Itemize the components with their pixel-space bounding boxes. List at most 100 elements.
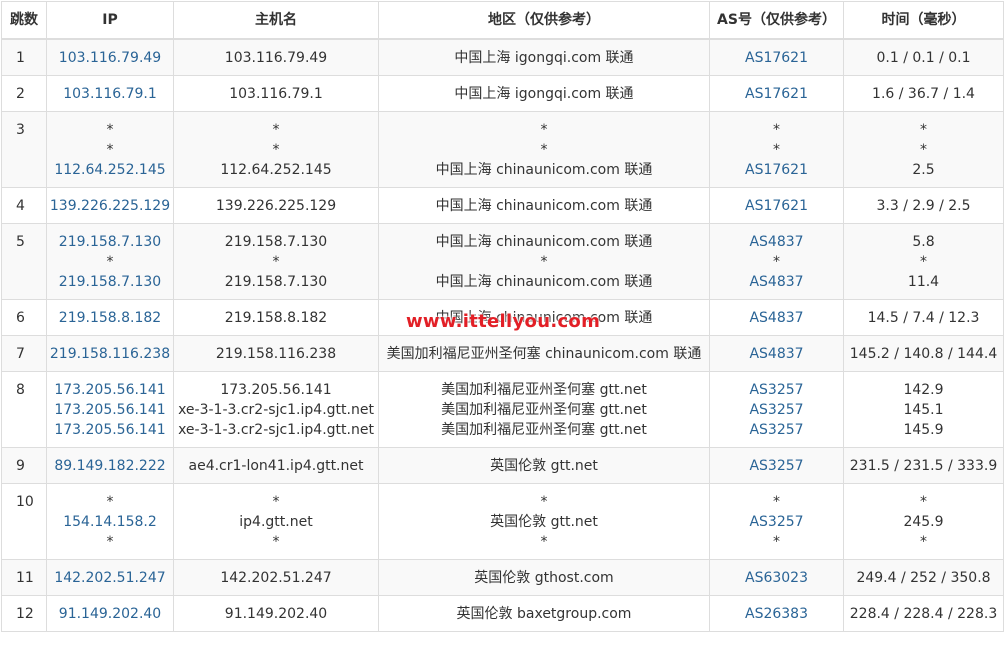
as-cell: AS3257 AS3257 AS3257 <box>709 371 844 448</box>
as-value[interactable]: AS3257 <box>711 456 843 476</box>
region-value: 英国伦敦 baxetgroup.com <box>456 605 632 622</box>
as-value[interactable]: AS3257 <box>711 380 843 400</box>
hop-cell: 8 <box>1 371 47 448</box>
as-value[interactable]: AS3257 <box>711 400 843 420</box>
table-row: 5 219.158.7.130 * 219.158.7.130 219.158.7.13… <box>1 223 1004 300</box>
time-value: 1.6 / 36.7 / 1.4 <box>872 85 975 102</box>
as-value: * <box>773 253 780 270</box>
time-cell: 228.4 / 228.4 / 228.3 <box>843 595 1004 632</box>
hostname-cell: 103.116.79.49 <box>173 38 379 76</box>
region-value: 中国上海 chinaunicom.com 联通 <box>435 161 653 178</box>
as-value[interactable]: AS4837 <box>711 232 843 252</box>
region-cell: 英国伦敦 gthost.com <box>378 559 710 596</box>
ip-value: * <box>106 121 114 138</box>
as-cell: * AS3257 * <box>709 483 844 560</box>
as-cell: AS17621 <box>709 187 844 224</box>
header-hostname: 主机名 <box>173 1 379 40</box>
ip-value[interactable]: 219.158.7.130 <box>48 232 173 252</box>
time-value: 228.4 / 228.4 / 228.3 <box>849 605 998 622</box>
ip-value[interactable]: 173.205.56.141 <box>48 420 173 440</box>
region-value: 美国加利福尼亚州圣何塞 gtt.net <box>441 401 647 418</box>
region-cell: 中国上海 chinaunicom.com 联通 <box>378 187 710 224</box>
time-value: 145.9 <box>903 421 944 438</box>
time-cell: 249.4 / 252 / 350.8 <box>843 559 1004 596</box>
hostname-cell: 219.158.7.130 * 219.158.7.130 <box>173 223 379 300</box>
table-row: 9 89.149.182.222 ae4.cr1-lon41.ip4.gtt.net… <box>1 447 1004 484</box>
as-value[interactable]: AS63023 <box>711 568 843 588</box>
ip-cell: 89.149.182.222 <box>46 447 174 484</box>
as-value[interactable]: AS26383 <box>711 604 843 624</box>
as-value[interactable]: AS17621 <box>711 160 843 180</box>
as-value[interactable]: AS17621 <box>711 48 843 68</box>
region-cell: 英国伦敦 gtt.net <box>378 447 710 484</box>
time-cell: 14.5 / 7.4 / 12.3 <box>843 299 1004 336</box>
ip-value[interactable]: 91.149.202.40 <box>48 604 173 624</box>
ip-value[interactable]: 219.158.116.238 <box>48 344 173 364</box>
time-value: 3.3 / 2.9 / 2.5 <box>876 197 971 214</box>
region-value: 中国上海 chinaunicom.com 联通 <box>435 273 653 290</box>
ip-value[interactable]: 219.158.7.130 <box>48 272 173 292</box>
region-value: * <box>540 533 548 550</box>
region-cell: 中国上海 chinaunicom.com 联通 * 中国上海 chinaunicom… <box>378 223 710 300</box>
region-value: 英国伦敦 gtt.net <box>490 457 598 474</box>
region-value: 英国伦敦 gtt.net <box>490 513 598 530</box>
ip-cell: 91.149.202.40 <box>46 595 174 632</box>
as-value[interactable]: AS3257 <box>711 420 843 440</box>
region-cell: 中国上海 igongqi.com 联通 <box>378 75 710 112</box>
time-value: 0.1 / 0.1 / 0.1 <box>876 49 971 66</box>
as-value[interactable]: AS17621 <box>711 84 843 104</box>
ip-value[interactable]: 139.226.225.129 <box>48 196 173 216</box>
hostname-value: 139.226.225.129 <box>215 197 337 214</box>
hostname-value: * <box>272 533 280 550</box>
time-value: 142.9 <box>903 381 944 398</box>
ip-value[interactable]: 103.116.79.1 <box>48 84 173 104</box>
header-region: 地区（仅供参考） <box>378 1 710 40</box>
time-value: 5.8 <box>912 233 935 250</box>
time-cell: * * 2.5 <box>843 111 1004 188</box>
ip-value[interactable]: 173.205.56.141 <box>48 400 173 420</box>
time-cell: 231.5 / 231.5 / 333.9 <box>843 447 1004 484</box>
as-value: * <box>773 141 780 158</box>
hostname-cell: 219.158.8.182 <box>173 299 379 336</box>
ip-value[interactable]: 103.116.79.49 <box>48 48 173 68</box>
ip-cell: 142.202.51.247 <box>46 559 174 596</box>
ip-cell: 219.158.7.130 * 219.158.7.130 <box>46 223 174 300</box>
as-value[interactable]: AS3257 <box>711 512 843 532</box>
region-cell: 中国上海 igongqi.com 联通 <box>378 38 710 76</box>
ip-value[interactable]: 154.14.158.2 <box>48 512 173 532</box>
ip-value[interactable]: 112.64.252.145 <box>48 160 173 180</box>
hop-cell: 4 <box>1 187 47 224</box>
hostname-cell: 173.205.56.141 xe-3-1-3.cr2-sjc1.ip4.gtt.… <box>173 371 379 448</box>
ip-value[interactable]: 173.205.56.141 <box>48 380 173 400</box>
region-value: 美国加利福尼亚州圣何塞 gtt.net <box>441 421 647 438</box>
hop-cell: 11 <box>1 559 47 596</box>
hostname-cell: * * 112.64.252.145 <box>173 111 379 188</box>
ip-value: * <box>106 493 114 510</box>
as-value[interactable]: AS4837 <box>711 308 843 328</box>
region-cell: 美国加利福尼亚州圣何塞 chinaunicom.com 联通 <box>378 335 710 372</box>
ip-value[interactable]: 89.149.182.222 <box>48 456 173 476</box>
header-time: 时间（毫秒） <box>843 1 1004 40</box>
region-value: 中国上海 chinaunicom.com 联通 <box>435 233 653 250</box>
as-value[interactable]: AS4837 <box>711 344 843 364</box>
time-cell: 145.2 / 140.8 / 144.4 <box>843 335 1004 372</box>
table-row: 12 91.149.202.40 91.149.202.40 英国伦敦 baxetgr… <box>1 595 1004 632</box>
ip-value: * <box>106 253 114 270</box>
as-value[interactable]: AS4837 <box>711 272 843 292</box>
hostname-value: 219.158.7.130 <box>224 273 328 290</box>
hostname-value: 219.158.7.130 <box>224 233 328 250</box>
time-cell: 3.3 / 2.9 / 2.5 <box>843 187 1004 224</box>
ip-value[interactable]: 142.202.51.247 <box>48 568 173 588</box>
hostname-value: 219.158.116.238 <box>215 345 337 362</box>
time-cell: 142.9 145.1 145.9 <box>843 371 1004 448</box>
ip-cell: 103.116.79.1 <box>46 75 174 112</box>
ip-value[interactable]: 219.158.8.182 <box>48 308 173 328</box>
ip-cell: 173.205.56.141 173.205.56.141 173.205.56.1… <box>46 371 174 448</box>
as-cell: AS26383 <box>709 595 844 632</box>
hostname-value: xe-3-1-3.cr2-sjc1.ip4.gtt.net <box>178 401 374 418</box>
region-value: * <box>540 253 548 270</box>
as-cell: AS17621 <box>709 75 844 112</box>
as-value[interactable]: AS17621 <box>711 196 843 216</box>
table-row: 7 219.158.116.238 219.158.116.238 美国加利福尼亚州圣… <box>1 335 1004 372</box>
hostname-value: * <box>272 141 280 158</box>
